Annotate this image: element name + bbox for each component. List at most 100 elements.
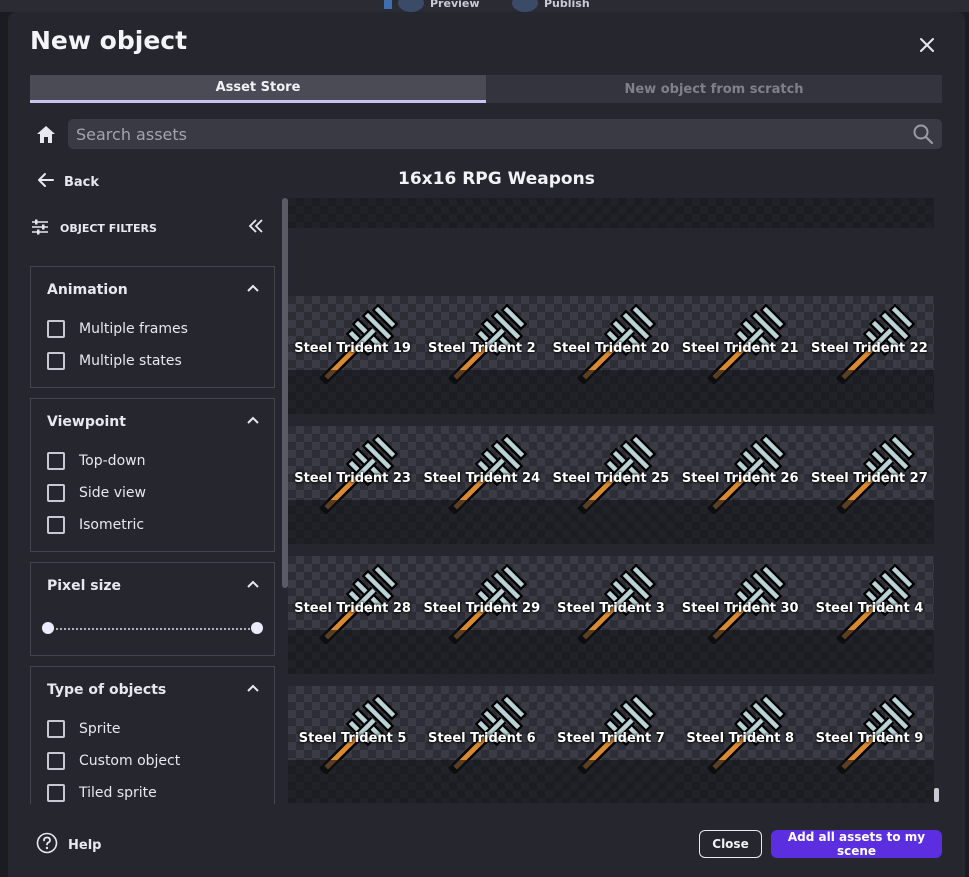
filter-section-header[interactable]: Viewpoint: [31, 399, 274, 445]
publish-button[interactable]: Publish: [512, 0, 590, 12]
search-input[interactable]: [76, 124, 912, 144]
back-label: Back: [64, 174, 100, 190]
filter-option-label: Side view: [79, 485, 146, 501]
filter-option-tiled-sprite[interactable]: Tiled sprite: [31, 777, 274, 804]
asset-card[interactable]: Steel Trident 27: [804, 426, 934, 544]
checkbox[interactable]: [47, 452, 65, 470]
filter-section-header[interactable]: Animation: [31, 267, 274, 313]
asset-card[interactable]: Steel Trident 17: [675, 198, 805, 228]
asset-card[interactable]: Steel Trident 18: [804, 198, 934, 228]
asset-card[interactable]: Steel Trident 24: [417, 426, 547, 544]
asset-name: Steel Trident 26: [681, 471, 799, 486]
asset-card[interactable]: Steel Trident 14: [288, 198, 418, 228]
asset-name: Steel Trident 2: [427, 341, 536, 356]
filter-option-isometric[interactable]: Isometric: [31, 509, 274, 541]
close-button[interactable]: Close: [699, 830, 762, 858]
filter-section-title: Viewpoint: [47, 414, 126, 430]
asset-card-shade: [804, 630, 934, 674]
close-icon[interactable]: [914, 32, 940, 58]
checkbox[interactable]: [47, 320, 65, 338]
help-button[interactable]: Help: [36, 832, 101, 858]
asset-card[interactable]: Steel Trident 29: [417, 556, 547, 674]
home-icon[interactable]: [34, 123, 58, 147]
asset-card[interactable]: Steel Trident 15: [417, 198, 547, 228]
filter-option-label: Isometric: [79, 517, 145, 533]
filter-option-sprite[interactable]: Sprite: [31, 713, 274, 745]
asset-card[interactable]: Steel Trident 26: [675, 426, 805, 544]
asset-card-shade: [288, 370, 418, 414]
checkbox[interactable]: [47, 720, 65, 738]
asset-card[interactable]: Steel Trident 22: [804, 296, 934, 414]
asset-card-shade: [804, 760, 934, 803]
asset-card[interactable]: Steel Trident 9: [804, 686, 934, 803]
asset-card-shade: [675, 760, 805, 803]
asset-row: Steel Trident 14Steel Trident 15Steel Tr…: [288, 198, 934, 228]
asset-card[interactable]: Steel Trident 7: [546, 686, 676, 803]
help-label: Help: [68, 837, 102, 853]
filter-section-title: Animation: [47, 282, 128, 298]
filter-option-custom-object[interactable]: Custom object: [31, 745, 274, 777]
checkbox[interactable]: [47, 752, 65, 770]
filter-section-title: Type of objects: [47, 682, 167, 698]
asset-card[interactable]: Steel Trident 16: [546, 198, 676, 228]
checkbox[interactable]: [47, 516, 65, 534]
asset-card[interactable]: Steel Trident 28: [288, 556, 418, 674]
filter-section-animation: Animation Multiple frames Multiple state…: [30, 266, 275, 388]
preview-button[interactable]: Preview: [384, 0, 480, 12]
asset-card-shade: [288, 500, 418, 544]
filter-option-multiple-states[interactable]: Multiple states: [31, 345, 274, 377]
search-icon[interactable]: [912, 123, 934, 145]
filter-section-header[interactable]: Pixel size: [31, 563, 274, 609]
asset-card-shade: [546, 370, 676, 414]
asset-card[interactable]: Steel Trident 20: [546, 296, 676, 414]
asset-card-shade: [546, 500, 676, 544]
tab-asset-store[interactable]: Asset Store: [30, 75, 486, 103]
checkbox[interactable]: [47, 484, 65, 502]
filter-option-multiple-frames[interactable]: Multiple frames: [31, 313, 274, 345]
chevron-up-icon: [246, 681, 260, 699]
filter-section-title: Pixel size: [47, 578, 122, 594]
slider-max-handle[interactable]: [251, 622, 263, 634]
asset-name: Steel Trident 3: [557, 601, 665, 616]
asset-card[interactable]: Steel Trident 19: [288, 296, 418, 414]
filter-section-pixel-size: Pixel size: [30, 562, 275, 656]
filter-option-top-down[interactable]: Top-down: [31, 445, 274, 477]
asset-card[interactable]: Steel Trident 21: [675, 296, 805, 414]
asset-card[interactable]: Steel Trident 3: [546, 556, 676, 674]
sliders-icon: [30, 217, 50, 240]
asset-card[interactable]: Steel Trident 4: [804, 556, 934, 674]
asset-card[interactable]: Steel Trident 23: [288, 426, 418, 544]
asset-card[interactable]: Steel Trident 5: [288, 686, 418, 803]
filter-option-label: Sprite: [79, 721, 121, 737]
tab-bar: Asset Store New object from scratch: [30, 75, 942, 103]
filter-option-side-view[interactable]: Side view: [31, 477, 274, 509]
checkbox[interactable]: [47, 784, 65, 802]
add-all-assets-button[interactable]: Add all assets to my scene: [771, 830, 942, 858]
asset-card[interactable]: Steel Trident 8: [675, 686, 805, 803]
asset-card-shade: [288, 198, 418, 228]
globe-icon: [512, 0, 538, 12]
asset-card[interactable]: Steel Trident 25: [546, 426, 676, 544]
checkbox[interactable]: [47, 352, 65, 370]
filter-option-label: Multiple frames: [79, 321, 188, 337]
search-bar: [68, 119, 942, 149]
tab-new-object-from-scratch[interactable]: New object from scratch: [486, 75, 942, 103]
double-chevron-left-icon[interactable]: [246, 216, 266, 239]
asset-card[interactable]: Steel Trident 30: [675, 556, 805, 674]
asset-card-shade: [804, 500, 934, 544]
asset-card[interactable]: Steel Trident 2: [417, 296, 547, 414]
asset-grid-scrollbar[interactable]: [934, 788, 939, 802]
filter-option-label: Tiled sprite: [79, 785, 157, 801]
back-button[interactable]: Back: [36, 170, 99, 194]
chevron-up-icon: [246, 577, 260, 595]
asset-name: Steel Trident 20: [552, 341, 670, 356]
asset-grid: Steel Trident 14Steel Trident 15Steel Tr…: [288, 198, 934, 803]
pixel-size-slider[interactable]: [42, 609, 263, 649]
asset-card[interactable]: Steel Trident 6: [417, 686, 547, 803]
asset-name: Steel Trident 23: [294, 471, 411, 486]
filter-section-header[interactable]: Type of objects: [31, 667, 274, 713]
publish-label: Publish: [544, 0, 590, 10]
asset-name: Steel Trident 22: [811, 341, 928, 356]
slider-min-handle[interactable]: [42, 622, 54, 634]
asset-card-shade: [417, 370, 547, 414]
